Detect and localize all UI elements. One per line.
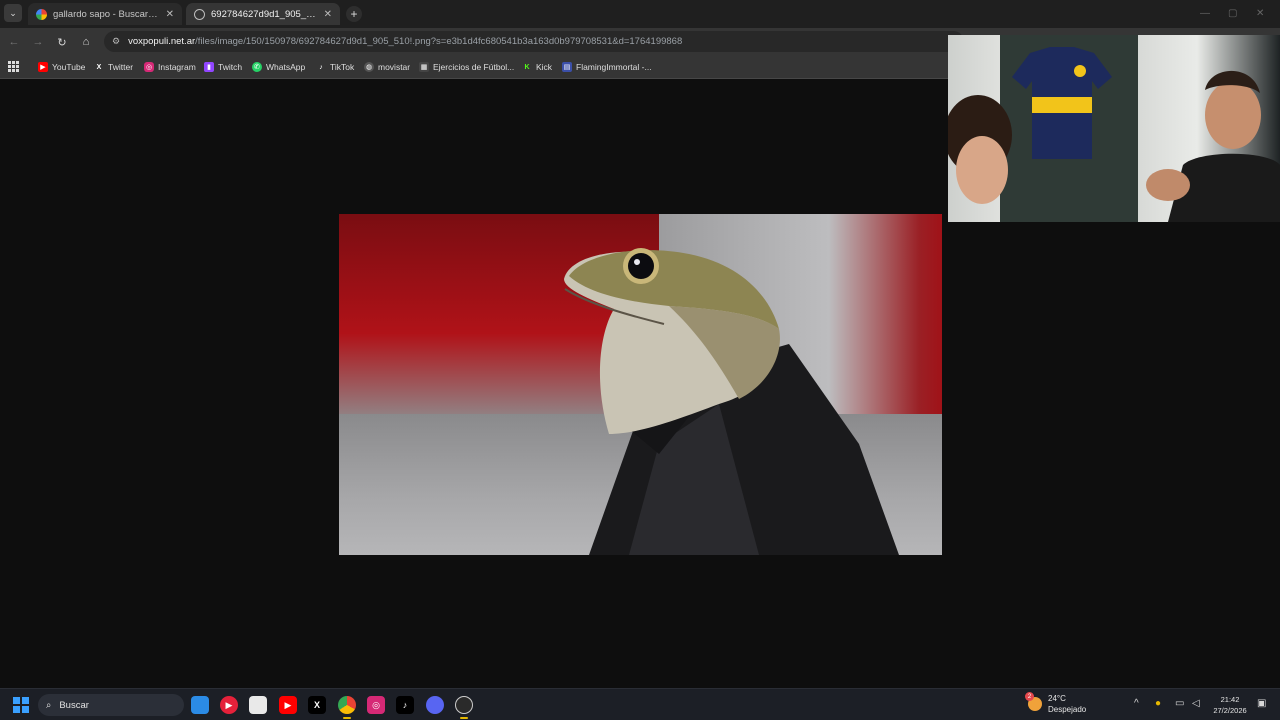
bookmark-twitch[interactable]: ▮ Twitch [204,59,242,75]
tab-google-search[interactable]: gallardo sapo - Buscar con Go... ✕ [28,3,182,25]
home-icon[interactable]: ⌂ [78,34,94,50]
frog-figure [564,248,899,555]
network-icon[interactable]: ▭ [1175,698,1184,709]
bookmark-twitter[interactable]: X Twitter [94,59,133,75]
frog-in-suit-image[interactable] [339,214,942,555]
weather-widget[interactable]: 2 24°C Despejado [1025,692,1087,715]
obs-icon[interactable] [455,696,473,714]
whatsapp-icon: ✆ [252,62,262,72]
x-icon: X [96,63,102,71]
maximize-icon[interactable]: ▢ [1228,8,1237,19]
new-tab-button[interactable]: + [346,6,362,22]
reload-icon[interactable]: ↻ [54,34,70,50]
streamers-image [948,70,1280,222]
bookmark-label: TikTok [330,62,355,72]
bookmark-ejercicios[interactable]: ▦ Ejercicios de Fútbol... [419,59,514,75]
close-window-icon[interactable]: ✕ [1256,8,1264,19]
clock-time: 21:42 [1220,695,1240,704]
clock-date: 27/2/2026 [1213,706,1247,715]
globe-icon [194,8,205,20]
system-clock[interactable]: 21:42 27/2/2026 [1208,694,1252,716]
weather-temp: 24°C [1048,694,1066,703]
microphone-icon[interactable]: ● [1155,698,1161,709]
bookmark-label: Kick [536,62,553,72]
kick-icon: K [524,63,530,71]
tab-strip: ⌄ gallardo sapo - Buscar con Go... ✕ 692… [0,0,1280,28]
address-bar[interactable]: ⚙ voxpopuli.net.ar/files/image/150/15097… [104,31,964,52]
chrome-active-indicator [343,717,351,719]
grid-icon: ▦ [419,62,429,72]
minimize-icon[interactable]: — [1200,8,1210,19]
tiktok-icon[interactable]: ♪ [396,696,414,714]
globe-icon: ◍ [364,62,374,72]
bookmark-label: Twitch [218,62,243,72]
bookmark-kick[interactable]: K Kick [522,59,552,75]
url-host: voxpopuli.net.ar [128,36,196,47]
windows-start-icon[interactable] [13,697,29,713]
bookmark-label: YouTube [52,62,86,72]
instagram-icon[interactable]: ◎ [367,696,385,714]
twitch-icon: ▮ [204,62,214,72]
chrome-icon[interactable] [338,696,356,714]
weather-condition: Despejado [1048,705,1087,714]
bookmark-label: movistar [378,62,411,72]
volume-icon[interactable]: ◁ [1192,698,1200,709]
bookmark-youtube[interactable]: ▶ YouTube [38,59,85,75]
bookmark-label: FlamingImmortal -... [576,62,652,72]
bookmark-whatsapp[interactable]: ✆ WhatsApp [252,59,305,75]
notification-badge: 2 [1025,692,1034,701]
close-icon[interactable]: ✕ [166,9,174,20]
youtube-icon[interactable]: ▶ [279,696,297,714]
google-icon [36,8,47,20]
taskbar-search[interactable]: ⌕ Buscar [38,694,184,716]
microsoft-store-icon[interactable] [249,696,267,714]
tab-image[interactable]: 692784627d9d1_905_510!.png ✕ [186,3,340,25]
apps-grid-icon[interactable] [8,61,19,72]
bookmark-label: Twitter [108,62,134,72]
obs-active-indicator [460,717,468,719]
close-icon[interactable]: ✕ [324,9,332,20]
bookmark-label: Instagram [158,62,196,72]
discord-icon[interactable] [426,696,444,714]
media-player-icon[interactable]: ▶ [220,696,238,714]
tab-search-button[interactable]: ⌄ [4,4,22,22]
weather-sun-icon: 2 [1025,692,1042,711]
windows-taskbar: ⌕ Buscar ▶ ▶ X ◎ ♪ 2 24°C Despejado ^ ● … [0,688,1280,720]
url-path: /files/image/150/150978/692784627d9d1_90… [195,36,683,47]
bookmark-label: WhatsApp [266,62,306,72]
youtube-icon: ▶ [38,62,48,72]
webcam-overlay [948,35,1280,222]
instagram-icon: ◎ [144,62,154,72]
tab-title: 692784627d9d1_905_510!.png [211,8,318,20]
tab-title: gallardo sapo - Buscar con Go... [53,8,160,20]
bookmark-movistar[interactable]: ◍ movistar [364,59,410,75]
bookmark-flamingimmortal[interactable]: ▤ FlamingImmortal -... [562,59,652,75]
tiktok-icon: ♪ [319,63,323,71]
search-icon: ⌕ [46,699,52,711]
file-explorer-icon[interactable] [191,696,209,714]
forward-icon[interactable]: → [30,34,46,50]
chevron-up-icon[interactable]: ^ [1134,698,1139,709]
site-info-icon[interactable]: ⚙ [112,36,120,47]
bookmark-label: Ejercicios de Fútbol... [433,62,515,72]
notification-icon[interactable]: ▣ [1257,698,1266,709]
back-icon[interactable]: ← [6,34,22,50]
folder-icon: ▤ [562,62,572,72]
bookmark-instagram[interactable]: ◎ Instagram [144,59,196,75]
bookmark-tiktok[interactable]: ♪ TikTok [316,59,354,75]
search-placeholder: Buscar [59,699,89,711]
x-icon[interactable]: X [308,696,326,714]
